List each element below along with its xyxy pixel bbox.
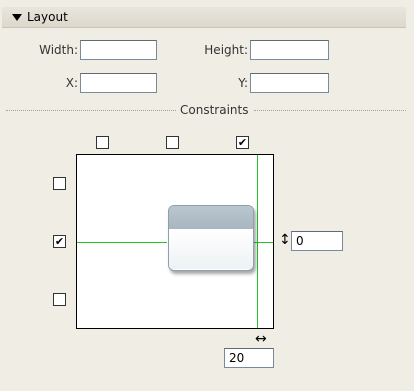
preview-widget-titlebar bbox=[169, 206, 253, 229]
right-offset-field[interactable] bbox=[291, 231, 343, 251]
left-bottom-constraint-checkbox[interactable] bbox=[53, 293, 66, 306]
left-top-constraint-checkbox[interactable] bbox=[53, 177, 66, 190]
constraints-divider: Constraints bbox=[0, 103, 414, 117]
left-right-arrow-icon: ↔ bbox=[255, 331, 267, 347]
height-field[interactable] bbox=[250, 40, 329, 60]
bottom-offset-field[interactable] bbox=[224, 348, 274, 368]
top-left-constraint-checkbox[interactable] bbox=[96, 136, 109, 149]
left-guide-line bbox=[77, 242, 167, 243]
divider-line-left bbox=[6, 110, 176, 111]
y-field[interactable] bbox=[250, 73, 329, 93]
left-middle-constraint-checkbox[interactable]: ✔ bbox=[53, 235, 66, 248]
constraint-preview bbox=[76, 154, 274, 329]
width-label: Width: bbox=[39, 43, 78, 57]
top-center-constraint-checkbox[interactable] bbox=[166, 136, 179, 149]
divider-line-right bbox=[254, 110, 406, 111]
vertical-guide-line bbox=[257, 155, 258, 328]
y-label: Y: bbox=[238, 76, 248, 90]
width-field[interactable] bbox=[80, 40, 157, 60]
layout-panel: Layout Width: Height: X: Y: Constraints … bbox=[0, 0, 414, 391]
triangle-down-icon[interactable] bbox=[12, 13, 22, 21]
constraints-label: Constraints bbox=[178, 103, 251, 117]
panel-title: Layout bbox=[27, 10, 68, 24]
top-right-constraint-checkbox[interactable]: ✔ bbox=[236, 136, 249, 149]
preview-widget bbox=[168, 205, 254, 271]
up-down-arrow-icon: ↕ bbox=[279, 232, 291, 248]
preview-widget-body bbox=[169, 229, 253, 269]
x-label: X: bbox=[65, 76, 78, 90]
layout-panel-header[interactable]: Layout bbox=[2, 7, 406, 28]
x-field[interactable] bbox=[80, 73, 157, 93]
height-label: Height: bbox=[204, 43, 248, 57]
